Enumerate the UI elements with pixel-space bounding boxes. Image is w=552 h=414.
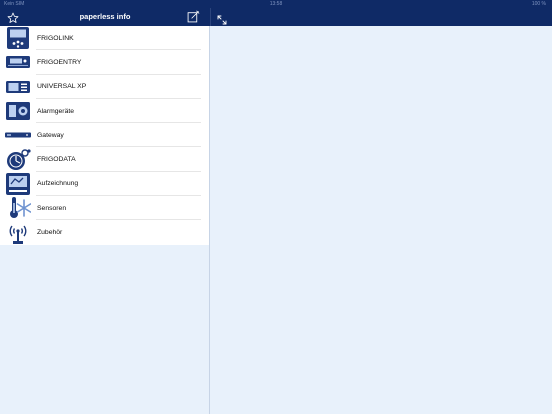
compose-icon[interactable] (187, 10, 200, 23)
sensor-icon (5, 197, 31, 219)
detail-pane (211, 26, 552, 414)
list-item-frigoentry[interactable]: FRIGOENTRY (0, 50, 209, 75)
frigolink-device-icon (5, 27, 31, 50)
list-item-label: Zubehör (37, 229, 63, 237)
list-item-label: FRIGODATA (37, 156, 76, 164)
page-title: paperless info (79, 12, 131, 21)
list-item-frigolink[interactable]: FRIGOLINK (0, 26, 209, 51)
list-item-label: UNIVERSAL XP (37, 83, 87, 91)
status-bar: Kein SIM 13:58 100 % (0, 0, 552, 8)
expand-icon[interactable] (217, 12, 227, 25)
recording-icon (5, 172, 31, 195)
list-item-alarmgeraete[interactable]: Alarmgeräte (0, 99, 209, 124)
alarm-device-icon (5, 100, 31, 122)
list-item-aufzeichnung[interactable]: Aufzeichnung (0, 172, 209, 197)
universal-xp-device-icon (5, 76, 31, 98)
battery-label: 100 % (531, 1, 546, 7)
list-item-universal-xp[interactable]: UNIVERSAL XP (0, 75, 209, 99)
product-list: FRIGOLINK FRIGOENTRY UNIVERSAL XP Alarmg… (0, 26, 209, 245)
list-item-label: Alarmgeräte (37, 107, 75, 115)
frigodata-icon (5, 148, 31, 171)
list-item-label: Gateway (37, 131, 64, 139)
clock: 13:58 (269, 1, 283, 7)
list-item-frigodata[interactable]: FRIGODATA (0, 147, 209, 172)
list-item-label: Sensoren (37, 204, 67, 212)
master-list-pane: FRIGOLINK FRIGOENTRY UNIVERSAL XP Alarmg… (0, 26, 210, 414)
list-item-zubehoer[interactable]: Zubehör (0, 220, 209, 244)
list-item-label: FRIGOLINK (37, 34, 74, 42)
list-item-sensoren[interactable]: Sensoren (0, 196, 209, 221)
split-divider (210, 8, 211, 26)
frigoentry-device-icon (5, 51, 31, 73)
gateway-icon (5, 124, 31, 146)
list-item-label: FRIGOENTRY (37, 58, 82, 66)
list-item-label: Aufzeichnung (37, 180, 79, 188)
navigation-bar: paperless info (0, 8, 552, 26)
accessory-icon (5, 222, 31, 244)
list-item-gateway[interactable]: Gateway (0, 123, 209, 148)
